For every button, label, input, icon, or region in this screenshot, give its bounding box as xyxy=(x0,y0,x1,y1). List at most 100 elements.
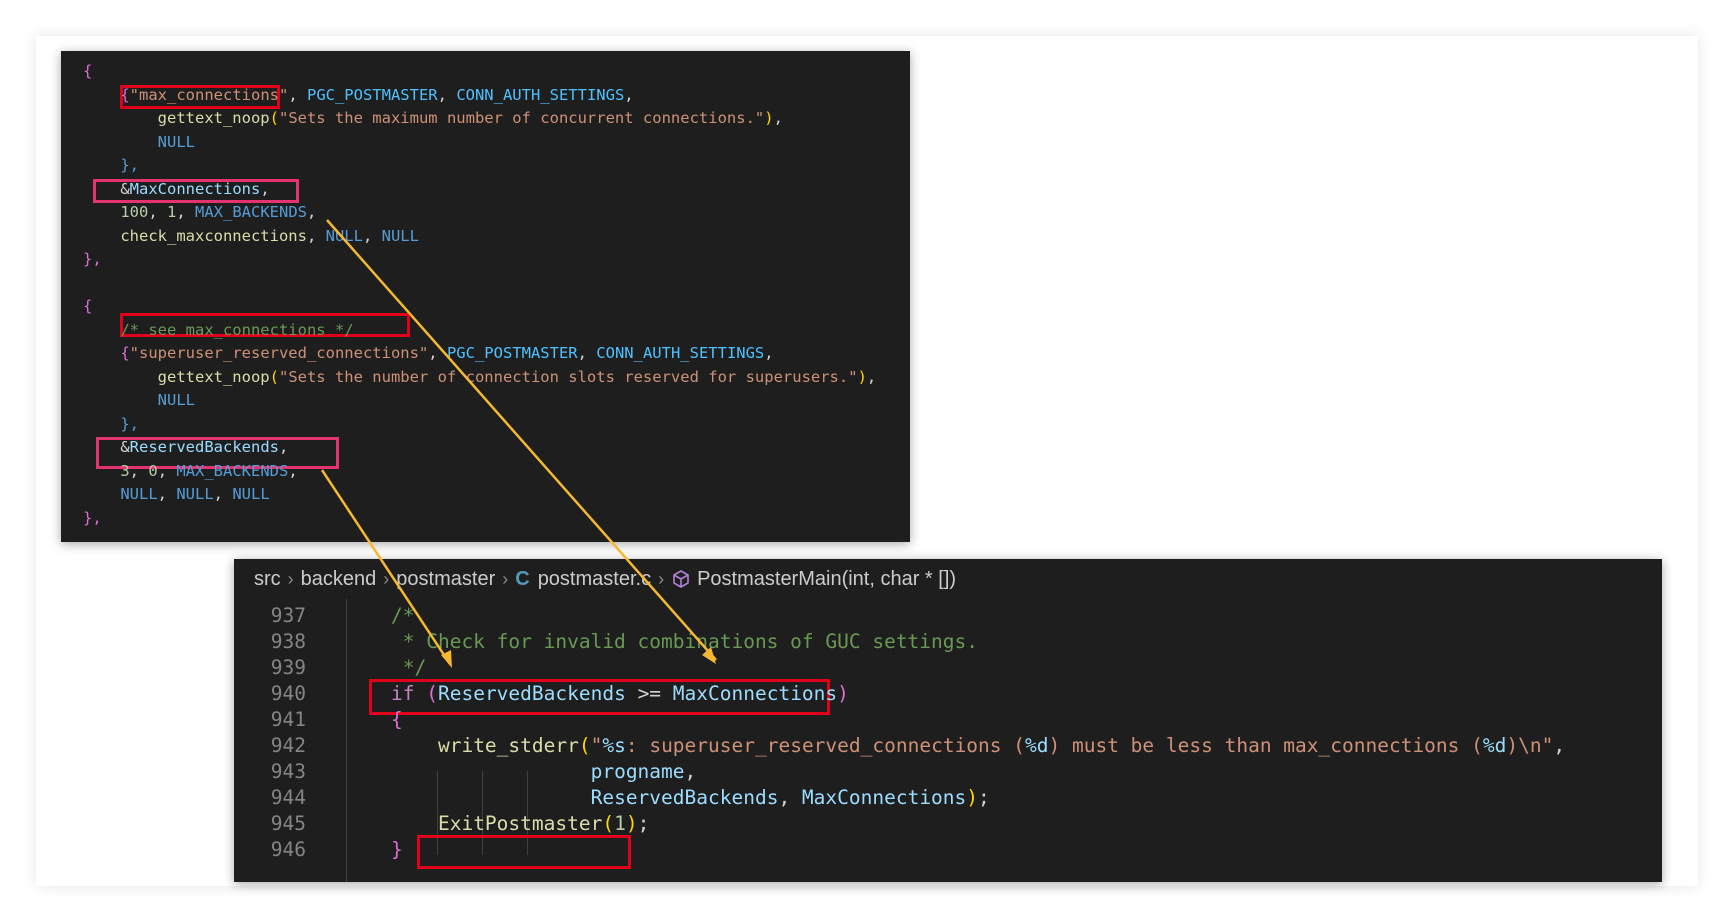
code-token: CONN_AUTH_SETTINGS xyxy=(596,344,765,362)
code-token: /* see max_connections */ xyxy=(120,320,354,339)
code-line[interactable]: /* xyxy=(391,602,414,630)
code-token: check_maxconnections xyxy=(120,226,307,245)
code-token: MaxConnections xyxy=(672,682,838,705)
code-token: { xyxy=(83,297,93,315)
code-token: ReservedBackends xyxy=(437,682,626,705)
code-token: { xyxy=(120,85,130,104)
code-token: , xyxy=(866,367,877,386)
code-line[interactable]: if (ReservedBackends >= MaxConnections) xyxy=(391,680,849,708)
code-token: 100 xyxy=(120,203,149,221)
code-line[interactable]: ExitPostmaster(1); xyxy=(391,810,649,838)
code-line: NULL xyxy=(83,388,195,412)
code-token: ) xyxy=(857,367,867,386)
code-token: , xyxy=(213,485,233,503)
code-token: , xyxy=(306,226,326,245)
line-number: 941 xyxy=(270,708,306,731)
breadcrumb-postmaster[interactable]: postmaster xyxy=(396,568,495,591)
code-token: %d xyxy=(1025,734,1049,757)
code-token: ; xyxy=(637,812,650,835)
breadcrumb-backend[interactable]: backend xyxy=(301,568,377,591)
code-token: "Sets the number of connection slots res… xyxy=(278,367,858,386)
code-token: , xyxy=(624,85,634,104)
code-line: &ReservedBackends, xyxy=(83,435,288,459)
code-token: )\n" xyxy=(1506,734,1554,757)
code-line[interactable]: { xyxy=(391,706,403,734)
line-number: 943 xyxy=(270,760,306,783)
cube-icon xyxy=(673,570,689,588)
code-token: , xyxy=(278,438,289,456)
line-number: 937 xyxy=(270,604,306,627)
code-token: , xyxy=(437,85,457,104)
code-line: NULL xyxy=(83,130,195,154)
code-token: " xyxy=(590,734,603,757)
line-number: 942 xyxy=(270,734,306,757)
code-line: 3, 0, MAX_BACKENDS, xyxy=(83,459,297,483)
code-token: , xyxy=(362,226,382,245)
code-token: ( xyxy=(578,734,591,757)
code-line[interactable]: } xyxy=(391,836,403,864)
code-line[interactable]: progname, xyxy=(391,758,697,786)
breadcrumb-file[interactable]: postmaster.c xyxy=(538,568,651,591)
code-token: "max_connections" xyxy=(129,85,289,104)
code-token: * Check for invalid combinations of GUC … xyxy=(391,630,978,653)
code-line[interactable]: ReservedBackends, MaxConnections); xyxy=(391,784,990,812)
code-token: NULL xyxy=(381,226,419,245)
code-token: if xyxy=(391,682,415,705)
code-token: { xyxy=(120,344,130,362)
code-token: , xyxy=(157,461,177,480)
code-line: /* see max_connections */ xyxy=(83,318,354,342)
code-token: ( xyxy=(269,109,279,127)
code-token: , xyxy=(157,485,177,503)
code-token: %d xyxy=(1482,734,1507,757)
code-token: ; xyxy=(978,786,990,809)
code-token: }, xyxy=(83,250,102,268)
code-token: 1 xyxy=(167,203,177,221)
code-token: : superuser_reserved_connections ( xyxy=(625,734,1026,757)
breadcrumb: src › backend › postmaster › C postmaste… xyxy=(234,559,1662,599)
code-line[interactable]: */ xyxy=(391,654,427,682)
code-line: check_maxconnections, NULL, NULL xyxy=(83,224,419,248)
code-token: ReservedBackends xyxy=(590,786,779,809)
editor-panel: src › backend › postmaster › C postmaste… xyxy=(234,559,1662,882)
code-token: ( xyxy=(426,682,438,705)
code-line: {"max_connections", PGC_POSTMASTER, CONN… xyxy=(83,83,634,107)
code-token: ( xyxy=(602,812,615,835)
code-token: "superuser_reserved_connections" xyxy=(129,344,429,362)
line-number: 939 xyxy=(270,656,306,679)
code-token: ExitPostmaster xyxy=(437,812,603,835)
indent-guide xyxy=(346,599,347,882)
chevron-right-icon: › xyxy=(383,568,390,589)
code-token: NULL xyxy=(157,391,195,409)
guc-definitions-snippet: { {"max_connections", PGC_POSTMASTER, CO… xyxy=(61,51,910,542)
code-token: 3 xyxy=(120,461,130,480)
code-token: ( xyxy=(269,367,279,386)
code-token: , xyxy=(176,203,196,221)
breadcrumb-src[interactable]: src xyxy=(254,568,281,591)
code-token: gettext_noop xyxy=(157,367,270,386)
code-line[interactable]: write_stderr("%s: superuser_reserved_con… xyxy=(391,732,1565,760)
code-line: NULL, NULL, NULL xyxy=(83,482,269,506)
code-token: NULL xyxy=(176,485,214,503)
line-number: 945 xyxy=(270,812,306,835)
breadcrumb-symbol[interactable]: PostmasterMain(int, char * []) xyxy=(697,568,956,591)
code-line[interactable]: * Check for invalid combinations of GUC … xyxy=(391,628,978,656)
code-token: gettext_noop xyxy=(157,109,270,127)
code-token: }, xyxy=(83,508,102,527)
code-token: /* xyxy=(391,604,415,627)
code-token: , xyxy=(778,786,802,809)
code-token: 0 xyxy=(148,461,158,480)
